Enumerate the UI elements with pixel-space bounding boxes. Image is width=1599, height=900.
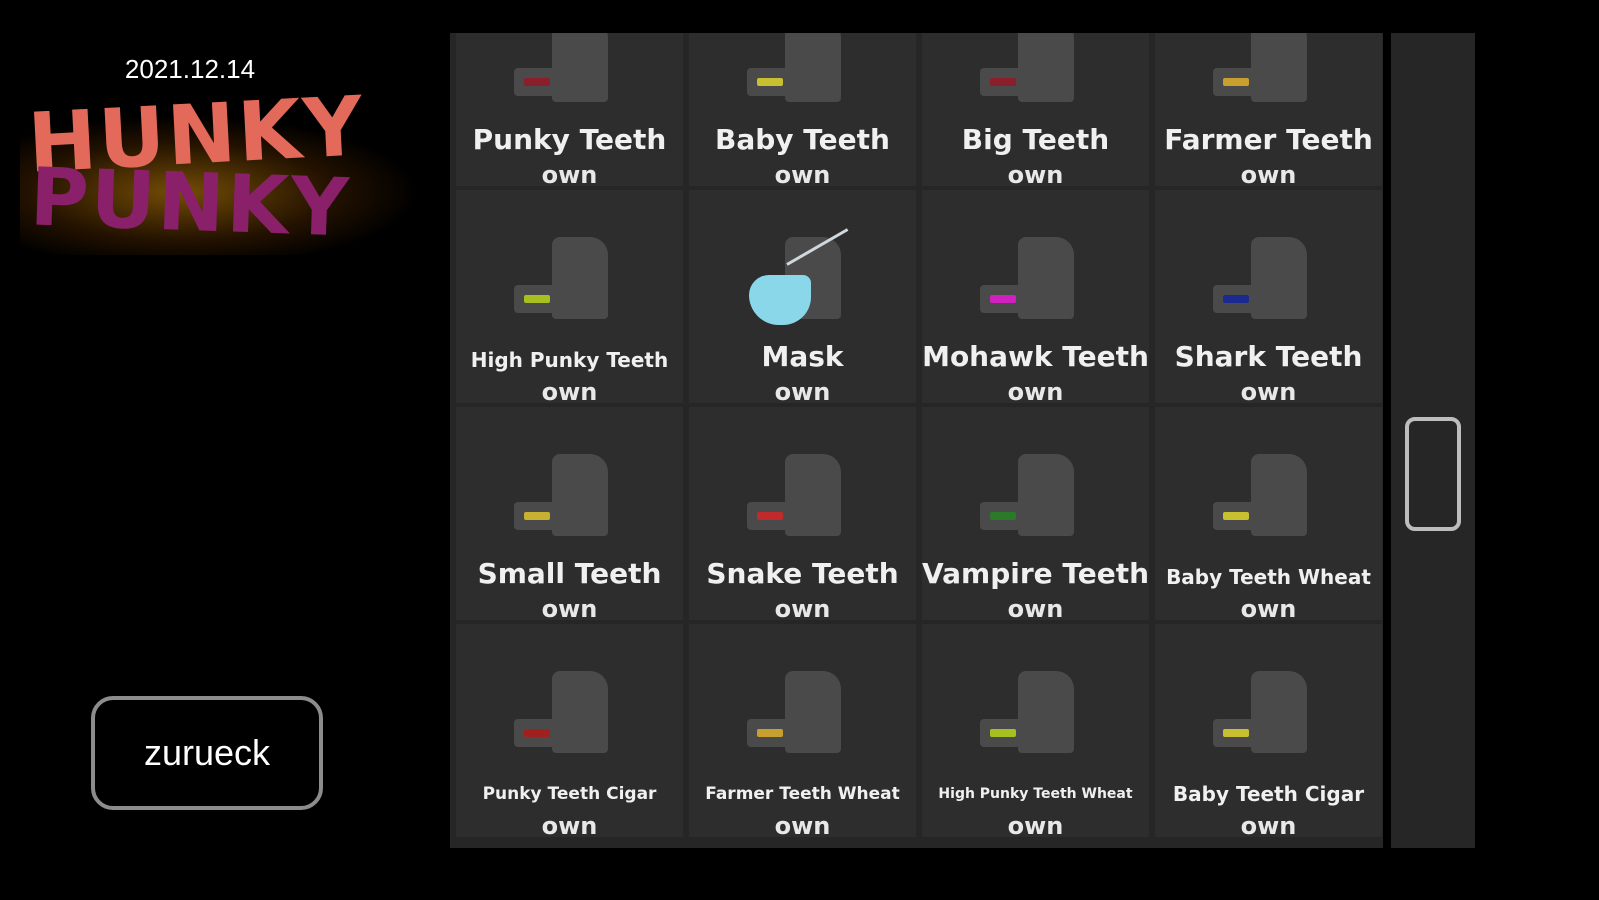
item-cell[interactable]: Big Teeth own (922, 33, 1149, 189)
teeth-mohawk-icon (980, 235, 1092, 335)
item-cell[interactable]: Punky Teeth Cigar own (456, 624, 683, 840)
item-status: own (541, 161, 598, 189)
item-cell[interactable]: Farmer Teeth own (1155, 33, 1382, 189)
item-status: own (1240, 378, 1297, 406)
item-cell[interactable]: Mohawk Teeth own (922, 190, 1149, 406)
item-name: Snake Teeth (706, 557, 899, 590)
teeth-baby-wheat-icon (1213, 452, 1325, 552)
item-cell[interactable]: Baby Teeth Cigar own (1155, 624, 1382, 840)
game-logo: HUNKY PUNKY (20, 79, 420, 275)
item-status: own (1007, 378, 1064, 406)
item-status: own (1007, 161, 1064, 189)
item-grid: Punky Teeth own Baby Teeth own Big Teeth own F… (456, 33, 1382, 840)
item-status: own (541, 378, 598, 406)
teeth-baby-icon (747, 33, 859, 118)
item-cell[interactable]: Farmer Teeth Wheat own (689, 624, 916, 840)
item-cell[interactable]: Baby Teeth own (689, 33, 916, 189)
item-name: Small Teeth (477, 557, 662, 590)
item-name: Vampire Teeth (922, 557, 1150, 590)
item-cell[interactable]: Punky Teeth own (456, 33, 683, 189)
item-name: High Punky Teeth (470, 348, 669, 372)
teeth-big-icon (980, 33, 1092, 118)
teeth-punky-icon (514, 33, 626, 118)
scrollbar-track[interactable] (1391, 33, 1475, 848)
item-cell[interactable]: Mask own (689, 190, 916, 406)
item-name: Farmer Teeth (1164, 123, 1373, 156)
item-status: own (541, 595, 598, 623)
teeth-small-icon (514, 452, 626, 552)
item-status: own (774, 812, 831, 840)
item-cell[interactable]: Shark Teeth own (1155, 190, 1382, 406)
item-status: own (774, 161, 831, 189)
date-label: 2021.12.14 (124, 54, 256, 84)
teeth-vampire-icon (980, 452, 1092, 552)
item-status: own (1240, 812, 1297, 840)
scrollbar-thumb[interactable] (1405, 417, 1461, 532)
teeth-farmer-wheat-icon (747, 669, 859, 769)
item-status: own (774, 595, 831, 623)
logo-word-punky: PUNKY (28, 150, 353, 255)
item-name: Punky Teeth (472, 123, 667, 156)
item-name: Baby Teeth (715, 123, 890, 156)
teeth-snake-icon (747, 452, 859, 552)
item-cell[interactable]: Baby Teeth Wheat own (1155, 407, 1382, 623)
item-cell[interactable]: Snake Teeth own (689, 407, 916, 623)
item-status: own (774, 378, 831, 406)
item-cell[interactable]: High Punky Teeth own (456, 190, 683, 406)
item-status: own (1240, 161, 1297, 189)
teeth-punky-cigar-icon (514, 669, 626, 769)
item-status: own (1007, 595, 1064, 623)
teeth-high-punky-wheat-icon (980, 669, 1092, 769)
item-grid-panel: Punky Teeth own Baby Teeth own Big Teeth own F… (450, 33, 1383, 848)
item-name: Mask (761, 340, 844, 373)
item-status: own (1007, 812, 1064, 840)
item-name: Baby Teeth Wheat (1166, 565, 1371, 589)
shop-screen: 2021.12.14 HUNKY PUNKY zurueck Punky Tee… (0, 0, 1599, 900)
item-name: Baby Teeth Cigar (1172, 782, 1365, 806)
item-name: Shark Teeth (1174, 340, 1363, 373)
teeth-high-punky-icon (514, 235, 626, 335)
item-status: own (1240, 595, 1297, 623)
item-cell[interactable]: Small Teeth own (456, 407, 683, 623)
item-cell[interactable]: High Punky Teeth Wheat own (922, 624, 1149, 840)
item-status: own (541, 812, 598, 840)
item-cell[interactable]: Vampire Teeth own (922, 407, 1150, 623)
teeth-baby-cigar-icon (1213, 669, 1325, 769)
item-name: Farmer Teeth Wheat (705, 784, 900, 804)
teeth-shark-icon (1213, 235, 1325, 335)
item-name: Big Teeth (961, 123, 1110, 156)
item-name: Mohawk Teeth (922, 340, 1149, 373)
item-name: High Punky Teeth Wheat (938, 786, 1133, 802)
mask-icon (747, 228, 859, 335)
teeth-farmer-icon (1213, 33, 1325, 118)
item-name: Punky Teeth Cigar (482, 784, 657, 804)
back-button[interactable]: zurueck (91, 696, 323, 810)
